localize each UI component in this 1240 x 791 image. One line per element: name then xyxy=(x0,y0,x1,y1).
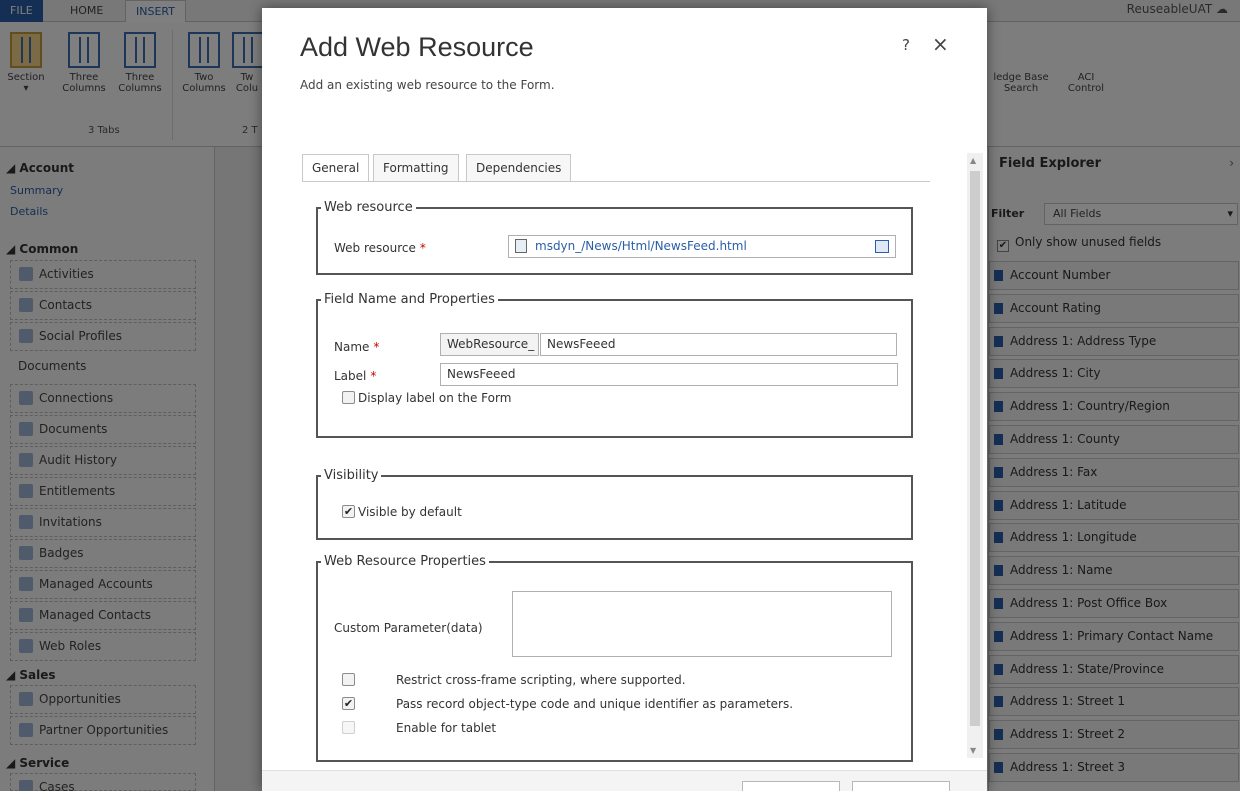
web-page-icon xyxy=(515,239,527,253)
required-mark: * xyxy=(370,369,377,383)
visible-by-default-text: Visible by default xyxy=(358,505,462,519)
dialog-title: Add Web Resource xyxy=(300,32,534,62)
restrict-cross-frame-checkbox[interactable] xyxy=(342,673,355,686)
field-name-properties-group: Field Name and Properties Name * WebResou… xyxy=(316,292,913,438)
scroll-thumb[interactable] xyxy=(970,171,980,726)
name-input[interactable]: NewsFeeed xyxy=(540,333,897,356)
required-mark: * xyxy=(373,340,380,354)
custom-parameter-input[interactable] xyxy=(512,591,892,657)
add-web-resource-dialog: Add Web Resource Add an existing web res… xyxy=(262,8,987,791)
custom-parameter-label: Custom Parameter(data) xyxy=(334,621,483,635)
group-legend: Field Name and Properties xyxy=(324,292,495,307)
restrict-cross-frame-text: Restrict cross-frame scripting, where su… xyxy=(396,673,686,687)
visibility-group: Visibility ✔ Visible by default xyxy=(316,468,913,540)
web-resource-properties-group: Web Resource Properties Custom Parameter… xyxy=(316,554,913,762)
scroll-down-icon[interactable]: ▼ xyxy=(970,746,976,755)
display-label-checkbox[interactable] xyxy=(342,391,355,404)
lookup-icon[interactable] xyxy=(875,240,889,253)
web-resource-label: Web resource * xyxy=(334,241,426,255)
tab-formatting[interactable]: Formatting xyxy=(373,154,459,182)
tab-dependencies[interactable]: Dependencies xyxy=(466,154,572,182)
display-label-text: Display label on the Form xyxy=(358,391,512,405)
group-legend: Visibility xyxy=(324,468,379,483)
group-legend: Web resource xyxy=(324,200,413,215)
dialog-footer xyxy=(262,770,987,791)
pass-record-params-checkbox[interactable]: ✔ xyxy=(342,697,355,710)
enable-for-tablet-text: Enable for tablet xyxy=(396,721,497,735)
general-tab-panel: Web resource Web resource * msdyn_/News/H… xyxy=(302,181,930,781)
web-resource-link[interactable]: msdyn_/News/Html/NewsFeed.html xyxy=(535,239,747,253)
ok-button[interactable] xyxy=(742,781,840,791)
visible-by-default-checkbox[interactable]: ✔ xyxy=(342,505,355,518)
name-prefix: WebResource_ xyxy=(440,333,539,356)
scroll-up-icon[interactable]: ▲ xyxy=(970,156,976,165)
group-legend: Web Resource Properties xyxy=(324,554,486,569)
help-icon[interactable]: ? xyxy=(902,36,910,54)
web-resource-group: Web resource Web resource * msdyn_/News/H… xyxy=(316,200,913,275)
close-icon[interactable]: × xyxy=(932,32,949,56)
label-label: Label * xyxy=(334,369,377,383)
dialog-subtitle: Add an existing web resource to the Form… xyxy=(300,78,555,92)
name-label: Name * xyxy=(334,340,380,354)
required-mark: * xyxy=(419,241,426,255)
dialog-scrollbar[interactable]: ▲ ▼ xyxy=(967,153,983,758)
enable-for-tablet-checkbox xyxy=(342,721,355,734)
tab-general[interactable]: General xyxy=(302,154,370,182)
label-input[interactable]: NewsFeeed xyxy=(440,363,898,386)
pass-record-params-text: Pass record object-type code and unique … xyxy=(396,697,794,711)
web-resource-lookup[interactable]: msdyn_/News/Html/NewsFeed.html xyxy=(508,235,896,258)
cancel-button[interactable] xyxy=(852,781,950,791)
